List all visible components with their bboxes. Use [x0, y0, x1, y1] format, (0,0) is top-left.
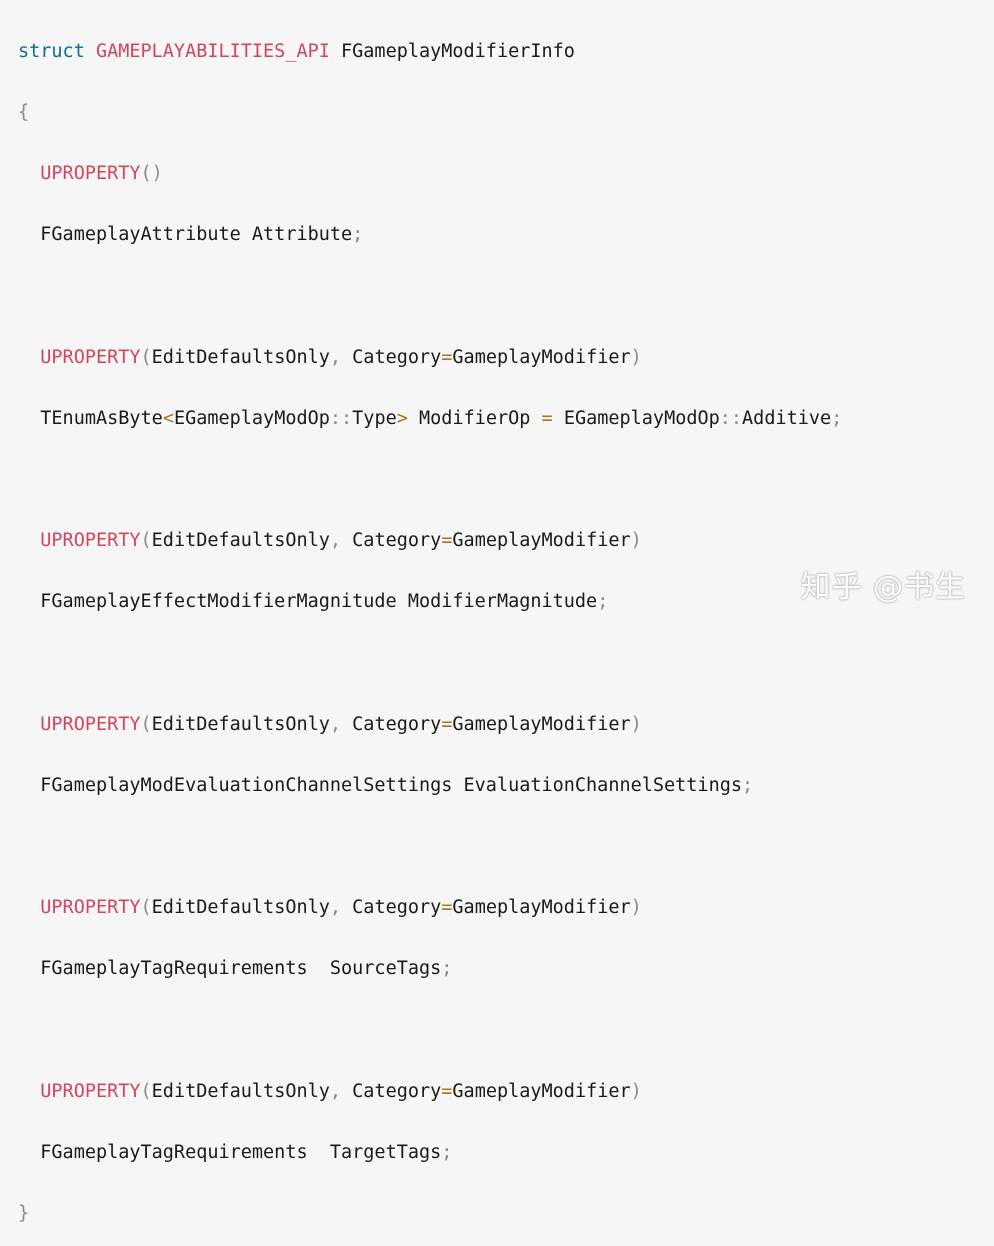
comma: ,	[329, 530, 342, 552]
struct-keyword: struct	[18, 40, 85, 62]
magnitude-type: FGameplayEffectModifierMagnitude	[40, 591, 397, 613]
uproperty-macro: UPROPERTY	[40, 713, 141, 735]
category-key: Category	[352, 897, 442, 919]
attribute-type: FGameplayAttribute	[40, 224, 241, 246]
target-tags-name: TargetTags	[329, 1141, 442, 1163]
empty-parens: ()	[140, 162, 163, 184]
comma: ,	[329, 713, 342, 735]
api-macro: GAMEPLAYABILITIES_API	[95, 40, 330, 62]
zhihu-watermark: 知乎 @书生	[800, 570, 966, 605]
category-value: GameplayModifier	[452, 1080, 631, 1102]
scope-op: ::	[719, 407, 743, 429]
specifier: EditDefaultsOnly	[151, 713, 330, 735]
code-line-open-brace: {	[18, 101, 30, 123]
code-line-magnitude: FGameplayEffectModifierMagnitude Modifie…	[18, 587, 842, 618]
uproperty-macro: UPROPERTY	[40, 162, 141, 184]
rparen: )	[630, 713, 642, 735]
comma: ,	[329, 346, 342, 368]
evaluation-name: EvaluationChannelSettings	[463, 774, 742, 796]
specifier: EditDefaultsOnly	[151, 1080, 330, 1102]
semicolon: ;	[441, 1141, 453, 1163]
equals-op: =	[441, 1080, 453, 1102]
lparen: (	[140, 1080, 152, 1102]
assign-op: =	[541, 407, 553, 429]
category-key: Category	[352, 530, 442, 552]
lparen: (	[140, 346, 152, 368]
uproperty-macro: UPROPERTY	[40, 897, 141, 919]
semicolon: ;	[741, 774, 754, 796]
rparen: )	[630, 1080, 642, 1102]
specifier: EditDefaultsOnly	[151, 897, 330, 919]
code-line-close-brace: }	[18, 1203, 30, 1225]
code-line-struct-decl: struct GAMEPLAYABILITIES_API FGameplayMo…	[18, 37, 842, 68]
evaluation-type: FGameplayModEvaluationChannelSettings	[40, 774, 453, 796]
tenum-type: TEnumAsByte	[40, 407, 163, 429]
lparen: (	[140, 897, 152, 919]
lt-op: <	[162, 407, 174, 429]
code-line-uproperty-6: UPROPERTY(EditDefaultsOnly, Category=Gam…	[18, 1077, 842, 1108]
enum-default: Additive	[742, 407, 832, 429]
category-value: GameplayModifier	[452, 713, 631, 735]
modifier-op-name: ModifierOp	[419, 407, 531, 429]
code-line-uproperty-3: UPROPERTY(EditDefaultsOnly, Category=Gam…	[18, 526, 842, 557]
code-block: struct GAMEPLAYABILITIES_API FGameplayMo…	[18, 6, 842, 1246]
uproperty-macro: UPROPERTY	[40, 1080, 141, 1102]
uproperty-macro: UPROPERTY	[40, 530, 141, 552]
code-line-attribute: FGameplayAttribute Attribute;	[18, 220, 842, 251]
enum-type: EGameplayModOp	[173, 407, 330, 429]
attribute-name: Attribute	[251, 224, 353, 246]
code-line-uproperty-1: UPROPERTY()	[18, 159, 842, 190]
equals-op: =	[441, 897, 453, 919]
category-value: GameplayModifier	[452, 346, 631, 368]
code-line-target-tags: FGameplayTagRequirements TargetTags;	[18, 1138, 842, 1169]
code-line-source-tags: FGameplayTagRequirements SourceTags;	[18, 954, 842, 985]
semicolon: ;	[831, 407, 843, 429]
gt-op: >	[396, 407, 408, 429]
code-line-evaluation: FGameplayModEvaluationChannelSettings Ev…	[18, 771, 842, 802]
struct-name: FGameplayModifierInfo	[341, 40, 575, 62]
lparen: (	[140, 530, 152, 552]
code-line-uproperty-4: UPROPERTY(EditDefaultsOnly, Category=Gam…	[18, 710, 842, 741]
semicolon: ;	[441, 958, 453, 980]
magnitude-name: ModifierMagnitude	[407, 591, 598, 613]
category-value: GameplayModifier	[452, 897, 631, 919]
equals-op: =	[441, 530, 453, 552]
code-line-modifier-op: TEnumAsByte<EGameplayModOp::Type> Modifi…	[18, 404, 842, 435]
comma: ,	[329, 1080, 342, 1102]
comma: ,	[329, 897, 342, 919]
equals-op: =	[441, 346, 453, 368]
source-tags-name: SourceTags	[329, 958, 442, 980]
category-key: Category	[352, 713, 442, 735]
tag-requirements-type: FGameplayTagRequirements	[40, 1141, 308, 1163]
type-word: Type	[352, 407, 397, 429]
semicolon: ;	[597, 591, 609, 613]
enum-default-owner: EGameplayModOp	[563, 407, 720, 429]
uproperty-macro: UPROPERTY	[40, 346, 141, 368]
rparen: )	[630, 530, 642, 552]
semicolon: ;	[352, 224, 364, 246]
equals-op: =	[441, 713, 453, 735]
rparen: )	[630, 346, 642, 368]
scope-op: ::	[329, 407, 353, 429]
specifier: EditDefaultsOnly	[151, 346, 330, 368]
tag-requirements-type: FGameplayTagRequirements	[40, 958, 308, 980]
code-line-uproperty-5: UPROPERTY(EditDefaultsOnly, Category=Gam…	[18, 893, 842, 924]
lparen: (	[140, 713, 152, 735]
rparen: )	[630, 897, 642, 919]
category-key: Category	[352, 346, 442, 368]
category-key: Category	[352, 1080, 442, 1102]
specifier: EditDefaultsOnly	[151, 530, 330, 552]
code-line-uproperty-2: UPROPERTY(EditDefaultsOnly, Category=Gam…	[18, 343, 842, 374]
category-value: GameplayModifier	[452, 530, 631, 552]
